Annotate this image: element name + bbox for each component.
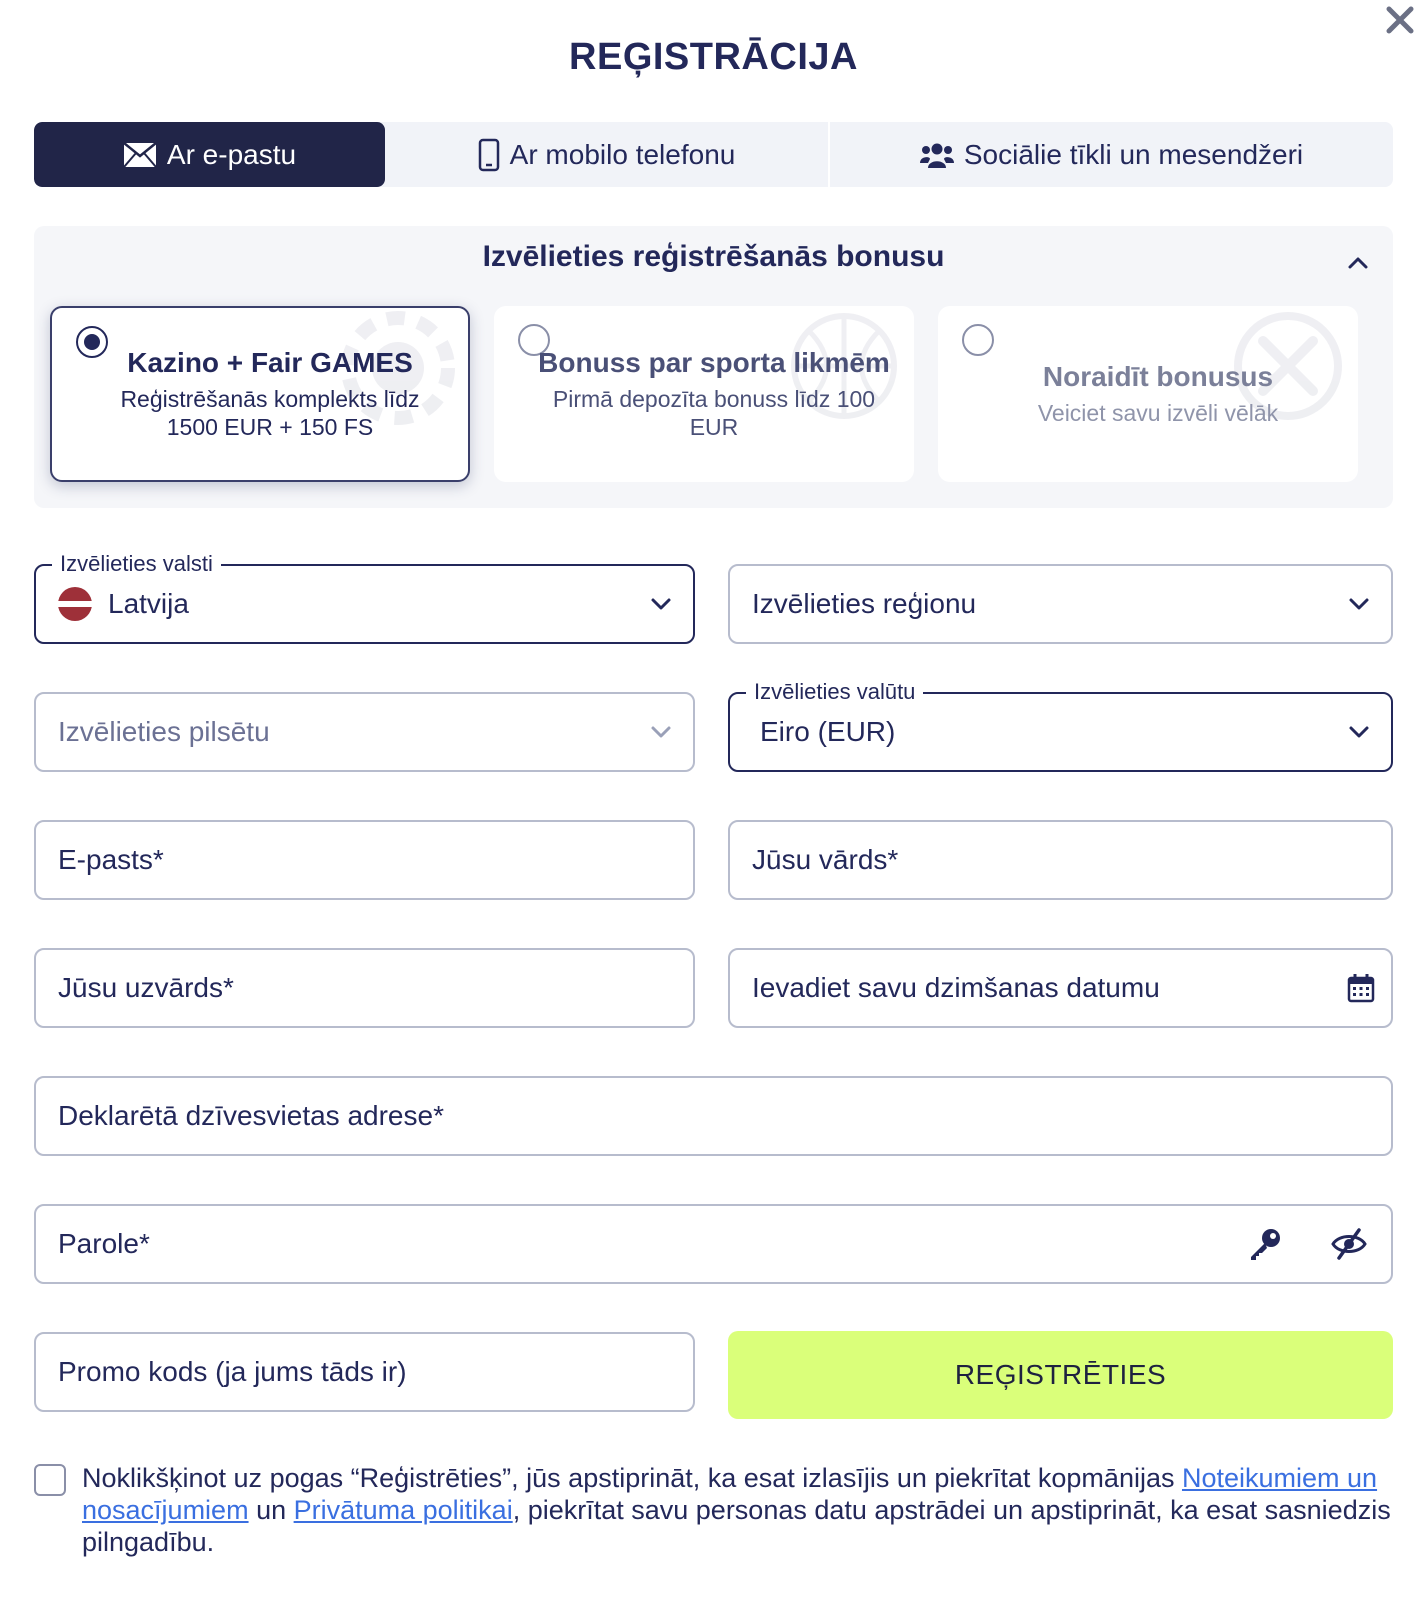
latvia-flag-icon [58, 587, 92, 621]
bonus-option-decline[interactable]: Noraidīt bonusus Veiciet savu izvēli vēl… [938, 306, 1358, 482]
terms-middle: un [248, 1495, 294, 1525]
birth-date-field-placeholder: Ievadiet savu dzimšanas datumu [752, 972, 1160, 1003]
bonus-selection-panel: Izvēlieties reģistrēšanās bonusu Kazino … [34, 226, 1393, 508]
country-select-value: Latvija [108, 588, 189, 619]
first-name-field[interactable]: Jūsu vārds* [728, 820, 1393, 900]
country-select-legend: Izvēlieties valsti [52, 550, 221, 578]
promo-code-field[interactable]: Promo kods (ja jums tāds ir) [34, 1332, 695, 1412]
terms-prefix: Noklikšķinot uz pogas “Reģistrēties”, jū… [82, 1463, 1182, 1493]
tab-email-label: Ar e-pastu [166, 138, 297, 170]
bonus-option-casino[interactable]: Kazino + Fair GAMES Reģistrēšanās komple… [50, 306, 470, 482]
promo-code-field-placeholder: Promo kods (ja jums tāds ir) [58, 1356, 407, 1387]
bonus-option-title: Kazino + Fair GAMES [127, 347, 413, 378]
region-select-placeholder: Izvēlieties reģionu [752, 588, 977, 619]
tab-social-networks-label: Sociālie tīkli un mesendžeri [963, 138, 1304, 170]
last-name-field-placeholder: Jūsu uzvārds* [58, 972, 234, 1003]
birth-date-field[interactable]: Ievadiet savu dzimšanas datumu [728, 948, 1393, 1028]
chevron-down-icon [1349, 598, 1369, 610]
register-button[interactable]: REĢISTRĒTIES [728, 1331, 1393, 1419]
close-icon [1386, 6, 1414, 34]
tab-email[interactable]: Ar e-pastu [34, 122, 385, 187]
users-icon [919, 143, 954, 168]
country-select[interactable]: Izvēlieties valsti Latvija [34, 550, 695, 644]
chevron-down-icon [651, 598, 671, 610]
chevron-up-icon[interactable] [1343, 248, 1373, 278]
address-field-placeholder: Deklarētā dzīvesvietas adrese* [58, 1100, 444, 1131]
calendar-icon[interactable] [1347, 973, 1375, 1003]
tab-social-networks[interactable]: Sociālie tīkli un mesendžeri [830, 122, 1393, 187]
terms-text: Noklikšķinot uz pogas “Reģistrēties”, jū… [82, 1462, 1394, 1558]
registration-method-tabs: Ar e-pastu Ar mobilo telefonu Sociālie t… [34, 122, 1393, 187]
page-title: REĢISTRĀCIJA [569, 36, 858, 78]
address-field[interactable]: Deklarētā dzīvesvietas adrese* [34, 1076, 1393, 1156]
email-field[interactable]: E-pasts* [34, 820, 695, 900]
terms-checkbox[interactable] [34, 1464, 66, 1496]
password-field-placeholder: Parole* [58, 1228, 150, 1259]
last-name-field[interactable]: Jūsu uzvārds* [34, 948, 695, 1028]
email-field-placeholder: E-pasts* [58, 844, 164, 875]
eye-slash-icon[interactable] [1329, 1226, 1369, 1262]
currency-select-legend: Izvēlieties valūtu [746, 678, 924, 706]
currency-select[interactable]: Izvēlieties valūtu Eiro (EUR) [728, 678, 1393, 772]
bonus-option-title: Noraidīt bonusus [1042, 361, 1274, 392]
password-field[interactable]: Parole* [34, 1204, 1393, 1284]
currency-select-value: Eiro (EUR) [760, 716, 896, 747]
bonus-option-subtitle: Reģistrēšanās komplekts līdz 1500 EUR + … [120, 386, 420, 440]
tab-mobile-phone-label: Ar mobilo telefonu [509, 138, 736, 170]
tab-mobile-phone[interactable]: Ar mobilo telefonu [385, 122, 830, 187]
key-icon[interactable] [1247, 1226, 1283, 1262]
bonus-panel-title: Izvēlieties reģistrēšanās bonusu [482, 240, 945, 273]
first-name-field-placeholder: Jūsu vārds* [752, 844, 899, 875]
region-select[interactable]: Izvēlieties reģionu [728, 564, 1393, 644]
envelope-icon [123, 141, 157, 168]
chevron-down-icon [651, 726, 671, 738]
bonus-option-title: Bonuss par sporta likmēm [538, 347, 890, 378]
bonus-option-subtitle: Pirmā depozīta bonuss līdz 100 EUR [552, 386, 876, 440]
chevron-down-icon [1349, 726, 1369, 738]
city-select[interactable]: Izvēlieties pilsētu [34, 692, 695, 772]
mobile-phone-icon [478, 138, 499, 171]
city-select-placeholder: Izvēlieties pilsētu [58, 716, 270, 747]
bonus-option-sports[interactable]: Bonuss par sporta likmēm Pirmā depozīta … [494, 306, 914, 482]
close-button[interactable] [1380, 0, 1420, 40]
bonus-option-subtitle: Veiciet savu izvēli vēlāk [1037, 400, 1279, 426]
privacy-policy-link[interactable]: Privātuma politikai [294, 1495, 513, 1525]
